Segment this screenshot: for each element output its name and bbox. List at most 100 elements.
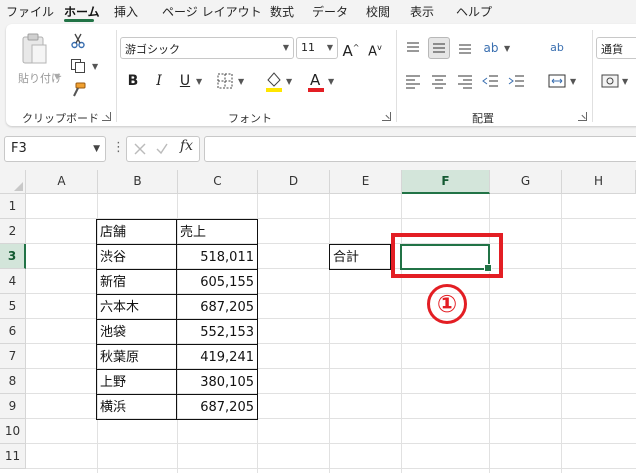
wrap-text-button[interactable]: ab: [546, 37, 568, 59]
paste-icon[interactable]: [20, 32, 50, 66]
copy-icon[interactable]: [70, 58, 86, 74]
number-format-select[interactable]: 通貨: [596, 37, 636, 59]
tab-page-layout[interactable]: ページ レイアウト: [162, 3, 262, 20]
font-launcher-icon[interactable]: [382, 112, 391, 121]
tab-review[interactable]: 校閲: [366, 3, 390, 20]
table-cell-sales[interactable]: 552,153: [177, 320, 258, 345]
cancel-icon[interactable]: [133, 142, 147, 156]
font-size-select[interactable]: 11 ▼: [296, 37, 338, 59]
font-color-icon[interactable]: A: [306, 70, 326, 92]
copy-chevron-down-icon[interactable]: ▼: [92, 62, 98, 71]
insert-function-button[interactable]: fx: [180, 138, 193, 154]
align-center-button[interactable]: [428, 70, 450, 92]
fill-color-chevron-down-icon[interactable]: ▼: [286, 77, 292, 86]
accounting-chevron-down-icon[interactable]: ▼: [622, 77, 628, 86]
borders-chevron-down-icon[interactable]: ▼: [238, 77, 244, 86]
column-header-f[interactable]: F: [402, 170, 490, 194]
table-cell-sales[interactable]: 687,205: [177, 395, 258, 420]
orientation-chevron-down-icon[interactable]: ▼: [504, 44, 510, 53]
align-right-button[interactable]: [454, 70, 476, 92]
total-label-cell[interactable]: 合計: [329, 244, 391, 270]
format-painter-icon[interactable]: [70, 82, 86, 98]
font-name-select[interactable]: 游ゴシック ▼: [120, 37, 294, 59]
paste-chevron-down-icon[interactable]: ▼: [54, 72, 60, 81]
table-cell-sales[interactable]: 605,155: [177, 270, 258, 295]
underline-chevron-down-icon[interactable]: ▼: [196, 77, 202, 86]
table-cell-store[interactable]: 新宿: [97, 270, 177, 295]
align-top-button[interactable]: [402, 37, 424, 59]
column-header-g[interactable]: G: [490, 170, 562, 194]
borders-icon[interactable]: [216, 72, 234, 90]
column-header-a[interactable]: A: [26, 170, 98, 194]
name-box-chevron-down-icon[interactable]: ▼: [93, 144, 100, 154]
orientation-button[interactable]: ab: [480, 37, 502, 59]
font-size-chevron-down-icon: ▼: [326, 43, 333, 52]
row-header-4[interactable]: 4: [0, 269, 26, 294]
gridline: [26, 468, 636, 469]
cut-icon[interactable]: [70, 33, 86, 49]
clipboard-launcher-icon[interactable]: [102, 112, 111, 121]
align-bottom-button[interactable]: [454, 37, 476, 59]
underline-button[interactable]: U: [174, 70, 196, 92]
select-all-button[interactable]: [0, 170, 26, 194]
name-box[interactable]: F3 ▼: [4, 136, 106, 162]
increase-font-size-button[interactable]: A^: [340, 37, 362, 60]
table-cell-sales[interactable]: 380,105: [177, 370, 258, 395]
table-cell-store[interactable]: 渋谷: [97, 245, 177, 270]
align-middle-button[interactable]: [428, 37, 450, 59]
row-header-5[interactable]: 5: [0, 294, 26, 319]
column-header-d[interactable]: D: [258, 170, 330, 194]
decrease-font-size-button[interactable]: Av: [364, 37, 386, 59]
align-left-button[interactable]: [402, 70, 424, 92]
table-cell-store[interactable]: 六本木: [97, 295, 177, 320]
tab-data[interactable]: データ: [312, 3, 348, 20]
table-cell-store[interactable]: 池袋: [97, 320, 177, 345]
number-format-value: 通貨: [601, 43, 623, 56]
tab-insert[interactable]: 挿入: [114, 3, 138, 20]
tab-file[interactable]: ファイル: [6, 3, 54, 20]
table-cell-store[interactable]: 上野: [97, 370, 177, 395]
bold-button[interactable]: B: [122, 70, 144, 92]
increase-indent-button[interactable]: [506, 70, 528, 92]
row-header-9[interactable]: 9: [0, 394, 26, 419]
enter-check-icon[interactable]: [155, 142, 169, 156]
table-header-store[interactable]: 店舗: [97, 220, 177, 245]
tab-help[interactable]: ヘルプ: [456, 3, 492, 20]
tab-view[interactable]: 表示: [410, 3, 434, 20]
row-header-1[interactable]: 1: [0, 194, 26, 219]
fill-color-icon[interactable]: [264, 70, 284, 92]
italic-button[interactable]: I: [148, 70, 170, 92]
table-header-sales[interactable]: 売上: [177, 220, 258, 245]
column-header-b[interactable]: B: [98, 170, 178, 194]
decrease-indent-button[interactable]: [480, 70, 502, 92]
font-size-value: 11: [301, 41, 315, 54]
table-cell-store[interactable]: 横浜: [97, 395, 177, 420]
row-header-11[interactable]: 11: [0, 444, 26, 469]
formula-input[interactable]: [204, 136, 636, 162]
row-header-10[interactable]: 10: [0, 419, 26, 444]
table-cell-sales[interactable]: 687,205: [177, 295, 258, 320]
group-divider: [592, 30, 593, 122]
highlight-box: [391, 233, 503, 278]
group-divider: [396, 30, 397, 122]
row-header-7[interactable]: 7: [0, 344, 26, 369]
column-header-c[interactable]: C: [178, 170, 258, 194]
column-header-h[interactable]: H: [562, 170, 636, 194]
more-options-icon[interactable]: ⋮: [112, 140, 125, 155]
tab-formulas[interactable]: 数式: [270, 3, 294, 20]
row-header-6[interactable]: 6: [0, 319, 26, 344]
accounting-format-icon[interactable]: [600, 72, 620, 90]
table-cell-store[interactable]: 秋葉原: [97, 345, 177, 370]
tab-home[interactable]: ホーム: [64, 3, 100, 20]
group-divider: [116, 30, 117, 122]
alignment-launcher-icon[interactable]: [578, 112, 587, 121]
merge-chevron-down-icon[interactable]: ▼: [570, 77, 576, 86]
row-header-8[interactable]: 8: [0, 369, 26, 394]
column-header-e[interactable]: E: [330, 170, 402, 194]
row-header-3[interactable]: 3: [0, 244, 26, 269]
row-header-2[interactable]: 2: [0, 219, 26, 244]
font-color-chevron-down-icon[interactable]: ▼: [328, 77, 334, 86]
merge-center-button[interactable]: [546, 70, 568, 92]
table-cell-sales[interactable]: 518,011: [177, 245, 258, 270]
table-cell-sales[interactable]: 419,241: [177, 345, 258, 370]
